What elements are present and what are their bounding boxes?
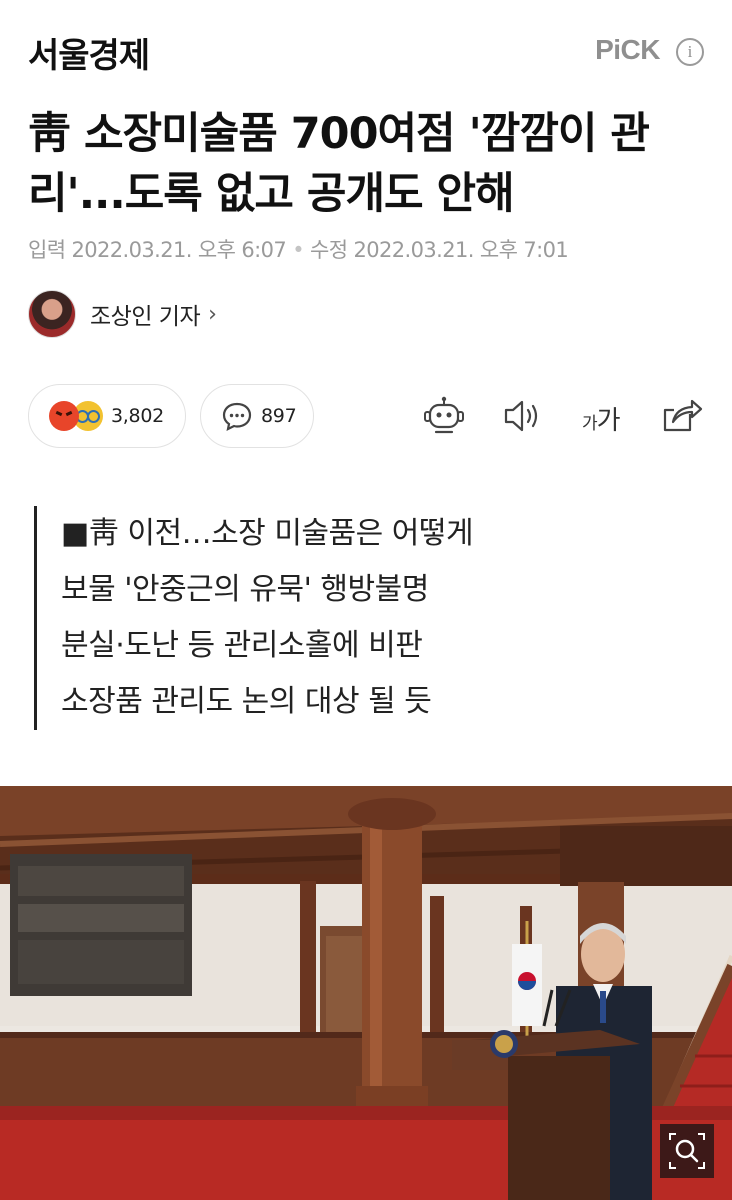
comment-button[interactable]: 897 bbox=[200, 384, 314, 448]
author-link[interactable]: 조상인 기자 › bbox=[28, 290, 217, 338]
info-icon[interactable]: i bbox=[676, 38, 704, 66]
photo-scene bbox=[0, 786, 732, 1200]
article-title: 靑 소장미술품 700여점 '깜깜이 관리'...도록 없고 공개도 안해 bbox=[28, 109, 650, 219]
font-size-small-glyph: 가 bbox=[582, 414, 598, 434]
summary-line: 보물 '안중근의 유묵' 행방불명 bbox=[61, 572, 429, 607]
reaction-count: 3,802 bbox=[111, 405, 164, 427]
pick-badge: PiCK bbox=[595, 34, 660, 65]
article-summary: ■靑 이전…소장 미술품은 어떻게 보물 '안중근의 유묵' 행방불명 분실·도… bbox=[34, 506, 474, 730]
comment-count: 897 bbox=[261, 405, 297, 427]
font-size-button[interactable]: 가가 bbox=[582, 400, 621, 437]
summary-line: 분실·도난 등 관리소홀에 비판 bbox=[61, 628, 423, 663]
input-date: 입력 2022.03.21. 오후 6:07 bbox=[28, 238, 287, 262]
photo-zoom-button[interactable] bbox=[660, 1124, 714, 1178]
author-name: 조상인 기자 bbox=[90, 304, 201, 330]
robot-icon[interactable] bbox=[422, 396, 466, 436]
summary-line: ■靑 이전…소장 미술품은 어떻게 bbox=[61, 516, 474, 551]
date-separator: • bbox=[292, 238, 304, 262]
press-logo[interactable]: 서울경제 bbox=[28, 28, 150, 77]
comment-bubble-icon bbox=[222, 402, 252, 431]
chevron-right-icon: › bbox=[208, 301, 217, 327]
article-photo[interactable] bbox=[0, 786, 732, 1200]
angry-emoji-icon bbox=[49, 401, 79, 431]
magnifier-icon bbox=[669, 1133, 705, 1169]
reaction-button[interactable]: 3,802 bbox=[28, 384, 186, 448]
summary-line: 소장품 관리도 논의 대상 될 듯 bbox=[61, 684, 432, 719]
top-bar: 서울경제 PiCK i bbox=[0, 0, 732, 100]
share-icon[interactable] bbox=[660, 396, 704, 436]
edit-date: 수정 2022.03.21. 오후 7:01 bbox=[309, 238, 569, 262]
article-dates: 입력 2022.03.21. 오후 6:07 • 수정 2022.03.21. 오후… bbox=[28, 234, 569, 264]
font-size-large-glyph: 가 bbox=[596, 406, 621, 436]
speaker-icon[interactable] bbox=[500, 396, 544, 436]
author-avatar bbox=[28, 290, 76, 338]
